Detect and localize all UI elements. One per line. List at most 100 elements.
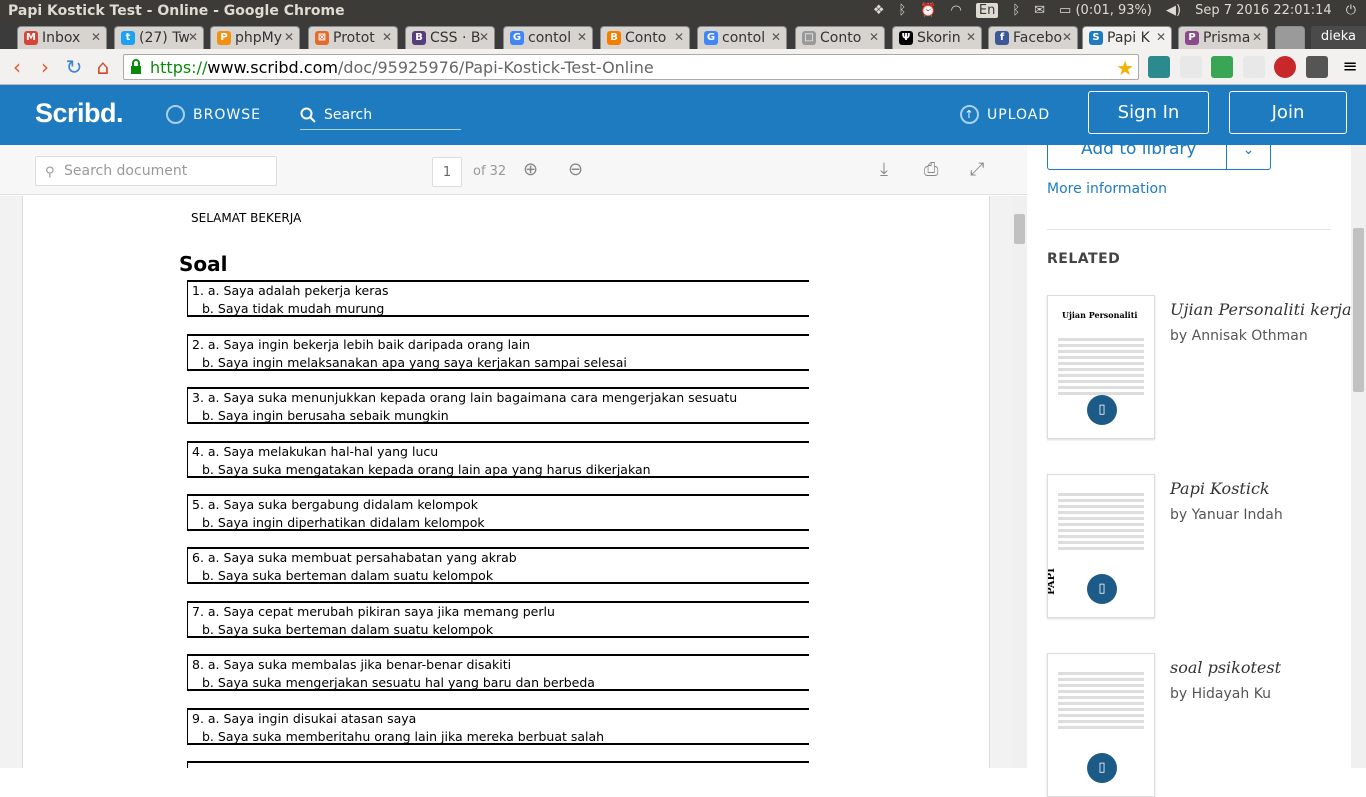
thumbnail-text-lines [1048, 493, 1154, 550]
close-tab-icon[interactable]: ✕ [479, 30, 489, 44]
add-to-library-label: Add to library [1081, 139, 1197, 159]
close-tab-icon[interactable]: ✕ [1252, 30, 1262, 44]
related-author[interactable]: by Hidayah Ku [1170, 686, 1271, 702]
question-item: 4. a. Saya melakukan hal-hal yang lucu b.… [187, 441, 809, 478]
site-search-placeholder: Search [324, 107, 373, 123]
chrome-menu-icon[interactable]: ≡ [1338, 55, 1362, 79]
close-tab-icon[interactable]: ✕ [284, 30, 294, 44]
browser-tab[interactable]: □ Conto ✕ [795, 26, 885, 49]
tab-favicon-icon: S [1089, 31, 1103, 45]
battery-status[interactable]: ▭ (0:01, 93%) [1059, 3, 1152, 18]
os-top-bar: Papi Kostick Test - Online - Google Chro… [0, 0, 1366, 24]
dropbox-icon[interactable]: ❖ [873, 3, 885, 18]
new-tab-button[interactable] [1275, 26, 1305, 49]
url-text: https://www.scribd.com/doc/95925976/Papi… [150, 58, 654, 77]
bluetooth-icon[interactable]: ᛒ [899, 3, 907, 18]
close-tab-icon[interactable]: ✕ [382, 30, 392, 44]
ghostery-icon[interactable] [1306, 56, 1328, 78]
browser-tab[interactable]: S Papi K ✕ [1082, 26, 1172, 49]
related-author[interactable]: by Yanuar Indah [1170, 507, 1283, 523]
option-b: b. Saya suka memberitahu orang lain jika… [202, 729, 605, 744]
incognito-icon[interactable] [1243, 56, 1265, 78]
zoom-in-icon[interactable]: ⊕ [523, 159, 538, 180]
back-button[interactable]: ‹ [5, 55, 29, 79]
more-information-link[interactable]: More information [1047, 181, 1167, 197]
profile-name[interactable]: dieka [1310, 26, 1366, 49]
address-bar[interactable]: https://www.scribd.com/doc/95925976/Papi… [123, 54, 1139, 80]
close-tab-icon[interactable]: ✕ [1156, 30, 1166, 44]
keyboard-layout[interactable]: En [975, 3, 999, 18]
adblock-icon[interactable] [1274, 56, 1296, 78]
close-tab-icon[interactable]: ✕ [771, 30, 781, 44]
forward-button[interactable]: › [33, 55, 57, 79]
browser-tab[interactable]: B CSS · B ✕ [405, 26, 495, 49]
document-search-input[interactable]: ⚲ Search document [35, 156, 277, 186]
browser-tab[interactable]: Ψ Skorin ✕ [892, 26, 982, 49]
related-thumbnail[interactable]: ▯ [1047, 653, 1155, 797]
bluetooth-status-icon[interactable]: ᛒ [1012, 3, 1020, 18]
page-number-input[interactable]: 1 [432, 157, 462, 187]
close-tab-icon[interactable]: ✕ [869, 30, 879, 44]
close-tab-icon[interactable]: ✕ [674, 30, 684, 44]
browser-tab[interactable]: ⊠ Protot ✕ [308, 26, 398, 49]
browser-tab[interactable]: PphpMy ✕ [210, 26, 300, 49]
related-title[interactable]: Ujian Personaliti kerjaya [1170, 300, 1366, 319]
volume-icon[interactable]: ◀) [1166, 3, 1181, 18]
option-a: 1. a. Saya adalah pekerja keras [192, 283, 389, 298]
chevron-down-icon[interactable]: ⌄ [1226, 136, 1270, 169]
option-a: 9. a. Saya ingin disukai atasan saya [192, 711, 417, 726]
site-search[interactable]: Search [300, 101, 461, 130]
close-tab-icon[interactable]: ✕ [91, 30, 101, 44]
fullscreen-icon[interactable]: ⤢ [970, 159, 984, 180]
home-button[interactable]: ⌂ [91, 55, 115, 79]
tab-favicon-icon: t [121, 31, 135, 45]
wifi-icon[interactable]: ◠ [951, 3, 962, 18]
bookmark-star-icon[interactable]: ★ [1116, 56, 1134, 80]
eyedropper-icon[interactable] [1180, 56, 1202, 78]
browser-tab[interactable]: B Conto ✕ [600, 26, 690, 49]
sign-in-button[interactable]: Sign In [1088, 91, 1209, 134]
search-icon [300, 107, 316, 123]
related-title[interactable]: soal psikotest [1170, 658, 1281, 677]
close-tab-icon[interactable]: ✕ [966, 30, 976, 44]
close-tab-icon[interactable]: ✕ [188, 30, 198, 44]
close-tab-icon[interactable]: ✕ [1062, 30, 1072, 44]
browser-tab[interactable]: M Inbox ✕ [17, 26, 107, 49]
question-item: 7. a. Saya cepat merubah pikiran saya ji… [187, 601, 809, 638]
join-button[interactable]: Join [1229, 91, 1347, 134]
browser-tab[interactable]: f Facebo ✕ [988, 26, 1078, 49]
related-author[interactable]: by Annisak Othman [1170, 328, 1308, 344]
extension-icon[interactable] [1148, 56, 1170, 78]
document-viewer[interactable]: SELAMAT BEKERJA Soal 1. a. Saya adalah p… [0, 196, 1027, 768]
browser-tab[interactable]: P Prisma ✕ [1178, 26, 1268, 49]
download-icon[interactable]: ⤓ [880, 159, 888, 180]
page-scrollbar[interactable] [1351, 145, 1366, 768]
related-thumbnail[interactable]: PAPI ▯ [1047, 474, 1155, 618]
scrollbar-thumb[interactable] [1353, 228, 1364, 392]
mail-icon[interactable]: ✉ [1034, 3, 1045, 18]
tab-favicon-icon: P [217, 31, 231, 45]
battery-text: (0:01, 93%) [1075, 3, 1152, 18]
colorzilla-icon[interactable] [1211, 56, 1233, 78]
browse-link[interactable]: BROWSE [166, 105, 261, 124]
browser-tab[interactable]: Gcontol ✕ [697, 26, 787, 49]
power-icon[interactable]: ⏻ [1346, 3, 1356, 18]
browser-tab[interactable]: Gcontol ✕ [503, 26, 593, 49]
clock[interactable]: Sep 7 2016 22:01:14 [1195, 3, 1332, 18]
upload-link[interactable]: ↑ UPLOAD [960, 105, 1050, 124]
battery-icon: ▭ [1059, 3, 1072, 18]
scribd-logo[interactable]: Scribd. [35, 98, 124, 129]
add-to-library-button[interactable]: Add to library ⌄ [1047, 135, 1271, 170]
related-title[interactable]: Papi Kostick [1170, 479, 1270, 498]
close-tab-icon[interactable]: ✕ [577, 30, 587, 44]
print-icon[interactable]: ⎙ [924, 159, 938, 180]
scrollbar-thumb[interactable] [1014, 214, 1025, 244]
reload-button[interactable]: ↻ [62, 55, 86, 79]
related-thumbnail[interactable]: Ujian Personaliti ▯ [1047, 295, 1155, 439]
browser-tab[interactable]: t (27) Tw ✕ [114, 26, 204, 49]
tab-label: Protot [333, 30, 375, 46]
zoom-out-icon[interactable]: ⊖ [568, 159, 583, 180]
option-a: 8. a. Saya suka membalas jika benar-bena… [192, 657, 512, 672]
document-scrollbar[interactable] [1012, 196, 1027, 768]
alarm-icon[interactable]: ⏰ [920, 3, 936, 18]
